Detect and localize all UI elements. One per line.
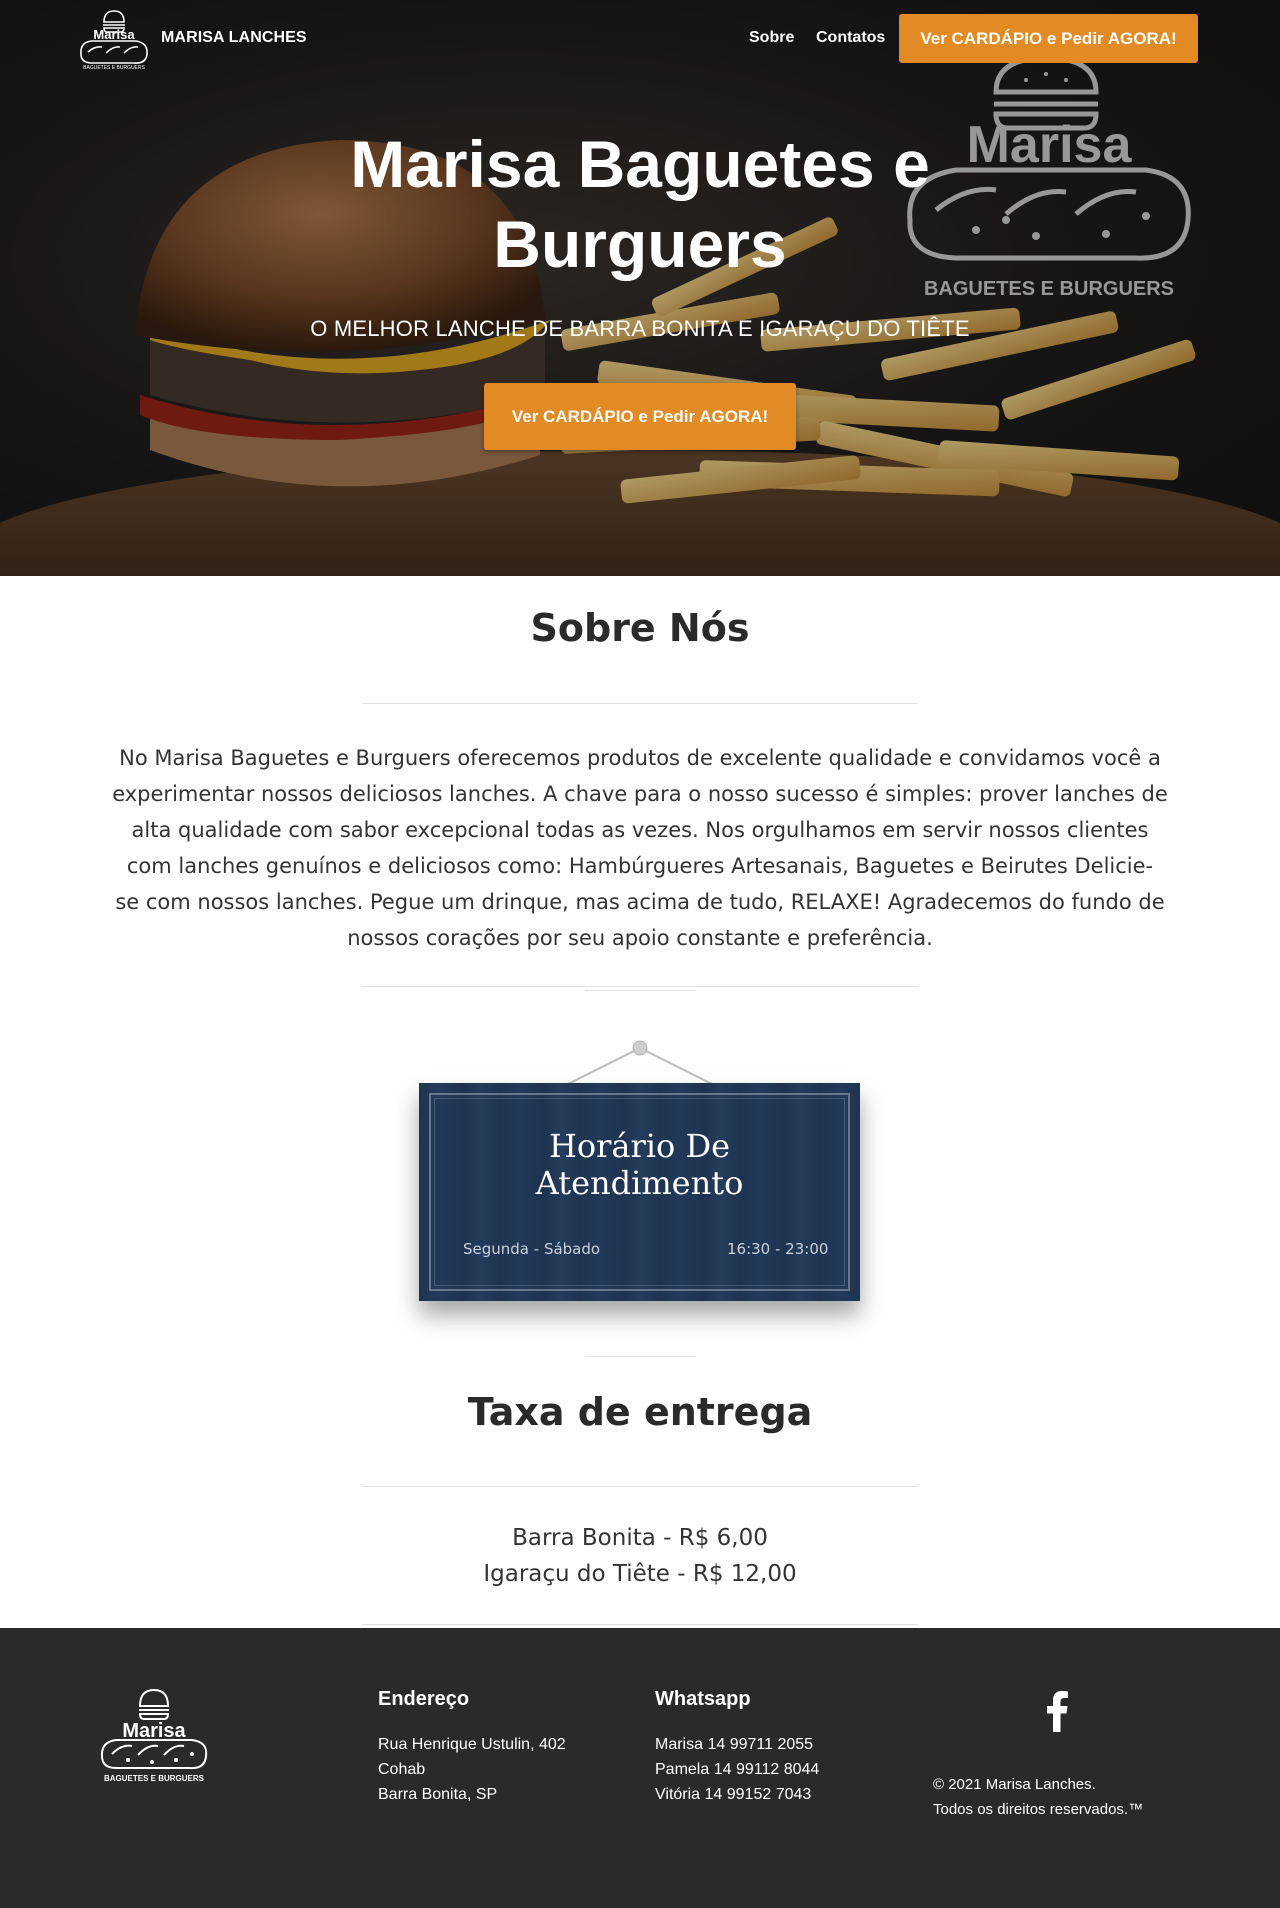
delivery-title: Taxa de entrega (467, 1390, 813, 1434)
about-line: experimentar nossos deliciosos lanches. … (112, 782, 1168, 806)
opening-time: 16:30 - 23:00 (727, 1240, 829, 1258)
hero-title-line-2: Burguers (493, 207, 787, 281)
sign-title-line-2: Atendimento (535, 1164, 744, 1202)
sign-hanging-strings (567, 1040, 713, 1085)
brand-name[interactable]: MARISA LANCHES (161, 29, 307, 47)
about-line: com lanches genuínos e deliciosos como: … (126, 854, 1154, 878)
hero-order-button[interactable]: Ver CARDÁPIO e Pedir AGORA! (484, 383, 796, 450)
whatsapp-contact-vitoria[interactable]: Vitória 14 99152 7043 (655, 1786, 811, 1804)
about-line: alta qualidade com sabor excepcional tod… (131, 818, 1149, 842)
sign-title-line-1: Horário De (548, 1127, 731, 1165)
short-divider (585, 1356, 696, 1357)
nav-link-contatos[interactable]: Contatos (816, 29, 885, 47)
about-divider-bottom (362, 986, 918, 987)
facebook-icon[interactable] (1045, 1690, 1069, 1732)
delivery-divider-bottom (362, 1624, 918, 1625)
hero-title: Marisa Baguetes e Burguers (240, 124, 1040, 284)
about-line: nossos corações por seu apoio constante … (347, 926, 933, 950)
sign-board: Horário De Atendimento Segunda - Sábado … (419, 1083, 860, 1301)
svg-text:Marisa: Marisa (93, 27, 135, 42)
copyright-line: Todos os direitos reservados.™ (933, 1801, 1144, 1818)
nav-link-sobre[interactable]: Sobre (749, 29, 794, 47)
sign-title: Horário De Atendimento (419, 1128, 860, 1202)
svg-text:BAGUETES E BURGUERS: BAGUETES E BURGUERS (83, 65, 145, 70)
footer-address-line: Rua Henrique Ustulin, 402 (378, 1736, 566, 1753)
delivery-fee-item: Barra Bonita - R$ 6,00 (512, 1525, 768, 1551)
about-text: No Marisa Baguetes e Burguers oferecemos… (80, 740, 1200, 956)
hero-section: Marisa BAGUETES E BURGUERS Marisa BAGUET… (0, 0, 1280, 576)
short-divider (585, 990, 696, 991)
about-line: No Marisa Baguetes e Burguers oferecemos… (119, 746, 1161, 770)
delivery-divider-top (362, 1486, 918, 1487)
hero-subtitle: O MELHOR LANCHE DE BARRA BONITA E IGARAÇ… (310, 316, 970, 341)
hero-title-line-1: Marisa Baguetes e (350, 127, 930, 201)
footer-address-line: Barra Bonita, SP (378, 1786, 498, 1803)
footer-address-title: Endereço (378, 1688, 470, 1710)
whatsapp-contact-marisa[interactable]: Marisa 14 99711 2055 (655, 1736, 813, 1754)
opening-days: Segunda - Sábado (463, 1240, 601, 1258)
footer: Marisa BAGUETES E BURGUERS Endereço Rua … (0, 1628, 1280, 1908)
about-title: Sobre Nós (530, 606, 750, 650)
nav-order-button[interactable]: Ver CARDÁPIO e Pedir AGORA! (899, 14, 1198, 63)
delivery-fee-item: Igaraçu do Tiête - R$ 12,00 (483, 1561, 797, 1587)
about-line: se com nossos lanches. Pegue um drinque,… (115, 890, 1165, 914)
brand-logo[interactable]: Marisa BAGUETES E BURGUERS (78, 8, 150, 70)
footer-logo: Marisa BAGUETES E BURGUERS (100, 1688, 208, 1783)
top-navbar: Marisa BAGUETES E BURGUERS MARISA LANCHE… (0, 0, 1280, 76)
footer-address-line: Cohab (378, 1761, 426, 1778)
svg-text:BAGUETES E BURGUERS: BAGUETES E BURGUERS (104, 1774, 205, 1783)
opening-hours-sign: Horário De Atendimento Segunda - Sábado … (416, 1040, 864, 1360)
footer-whatsapp-title: Whatsapp (655, 1688, 751, 1710)
whatsapp-contact-pamela[interactable]: Pamela 14 99112 8044 (655, 1761, 819, 1779)
copyright-line: © 2021 Marisa Lanches. (933, 1776, 1096, 1793)
about-divider-top (362, 703, 918, 704)
svg-text:Marisa: Marisa (122, 1720, 186, 1742)
